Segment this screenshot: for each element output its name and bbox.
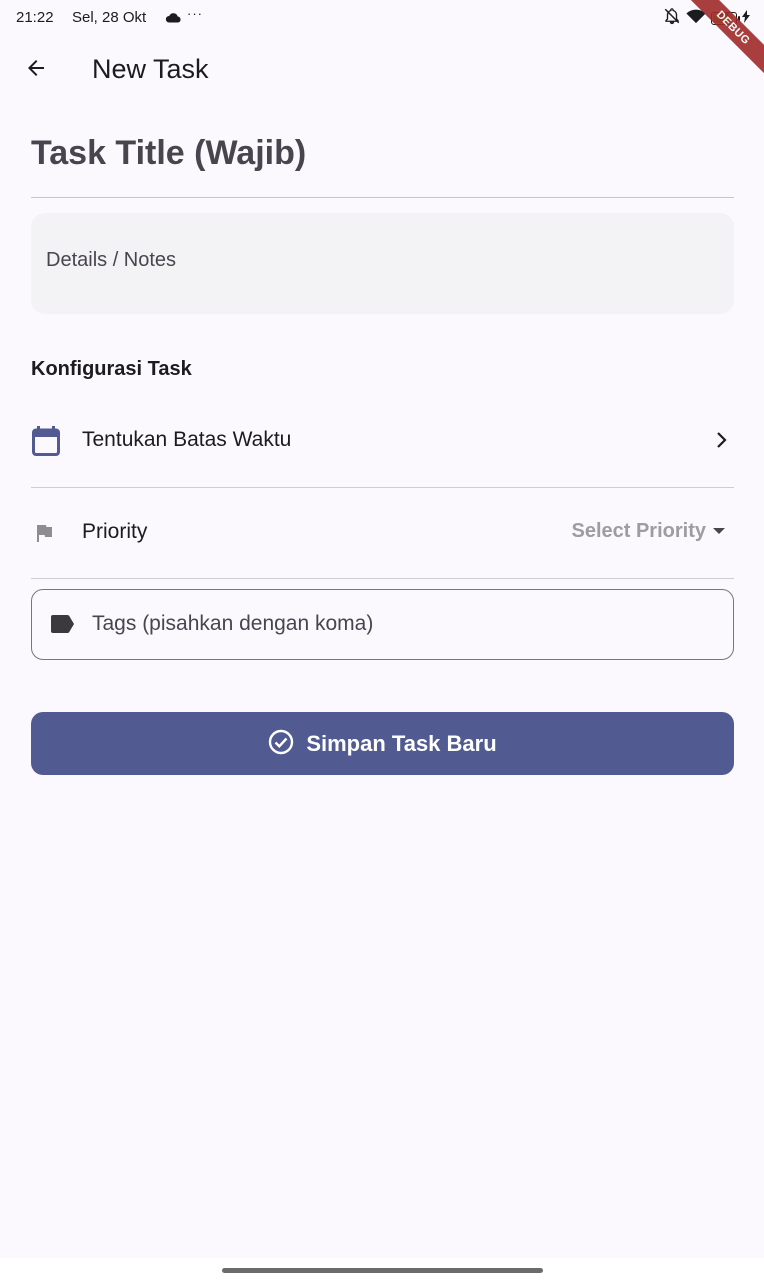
notifications-off-icon [663,7,681,30]
divider [31,486,734,488]
calendar-icon [32,426,60,461]
save-task-label: Simpan Task Baru [306,730,497,756]
status-bar: 21:22 Sel, 28 Okt ··· 87 [0,0,764,36]
app-bar: New Task [0,44,764,96]
priority-row: Priority Select Priority [31,496,734,579]
page-title: New Task [92,54,209,84]
task-title-field [31,120,734,198]
save-task-button[interactable]: Simpan Task Baru [31,712,734,775]
status-time: 21:22 [16,9,54,26]
screen: 21:22 Sel, 28 Okt ··· 87 DEBUG [0,0,764,1280]
tags-field [31,589,734,660]
task-title-input[interactable] [31,120,734,186]
priority-dropdown[interactable]: Select Priority [571,520,726,543]
priority-selected-value: Select Priority [571,520,706,542]
more-notifications-indicator: ··· [187,6,203,21]
arrow-drop-down-icon [712,523,726,541]
flag-icon [32,521,56,550]
label-icon [49,614,75,639]
section-title: Konfigurasi Task [31,358,192,380]
deadline-label: Tentukan Batas Waktu [82,428,292,451]
divider [31,577,734,579]
tags-input[interactable] [92,590,712,658]
details-field [31,213,734,314]
deadline-row[interactable]: Tentukan Batas Waktu [31,404,734,488]
system-navigation-bar [0,1258,764,1280]
status-date: Sel, 28 Okt [72,9,147,26]
arrow-back-icon [24,56,48,85]
details-input[interactable] [31,213,734,314]
chevron-right-icon [716,431,728,454]
back-button[interactable] [14,48,58,92]
priority-label: Priority [82,520,148,543]
check-circle-icon [268,729,294,758]
cloud-icon [165,10,181,28]
home-indicator[interactable] [222,1268,543,1273]
